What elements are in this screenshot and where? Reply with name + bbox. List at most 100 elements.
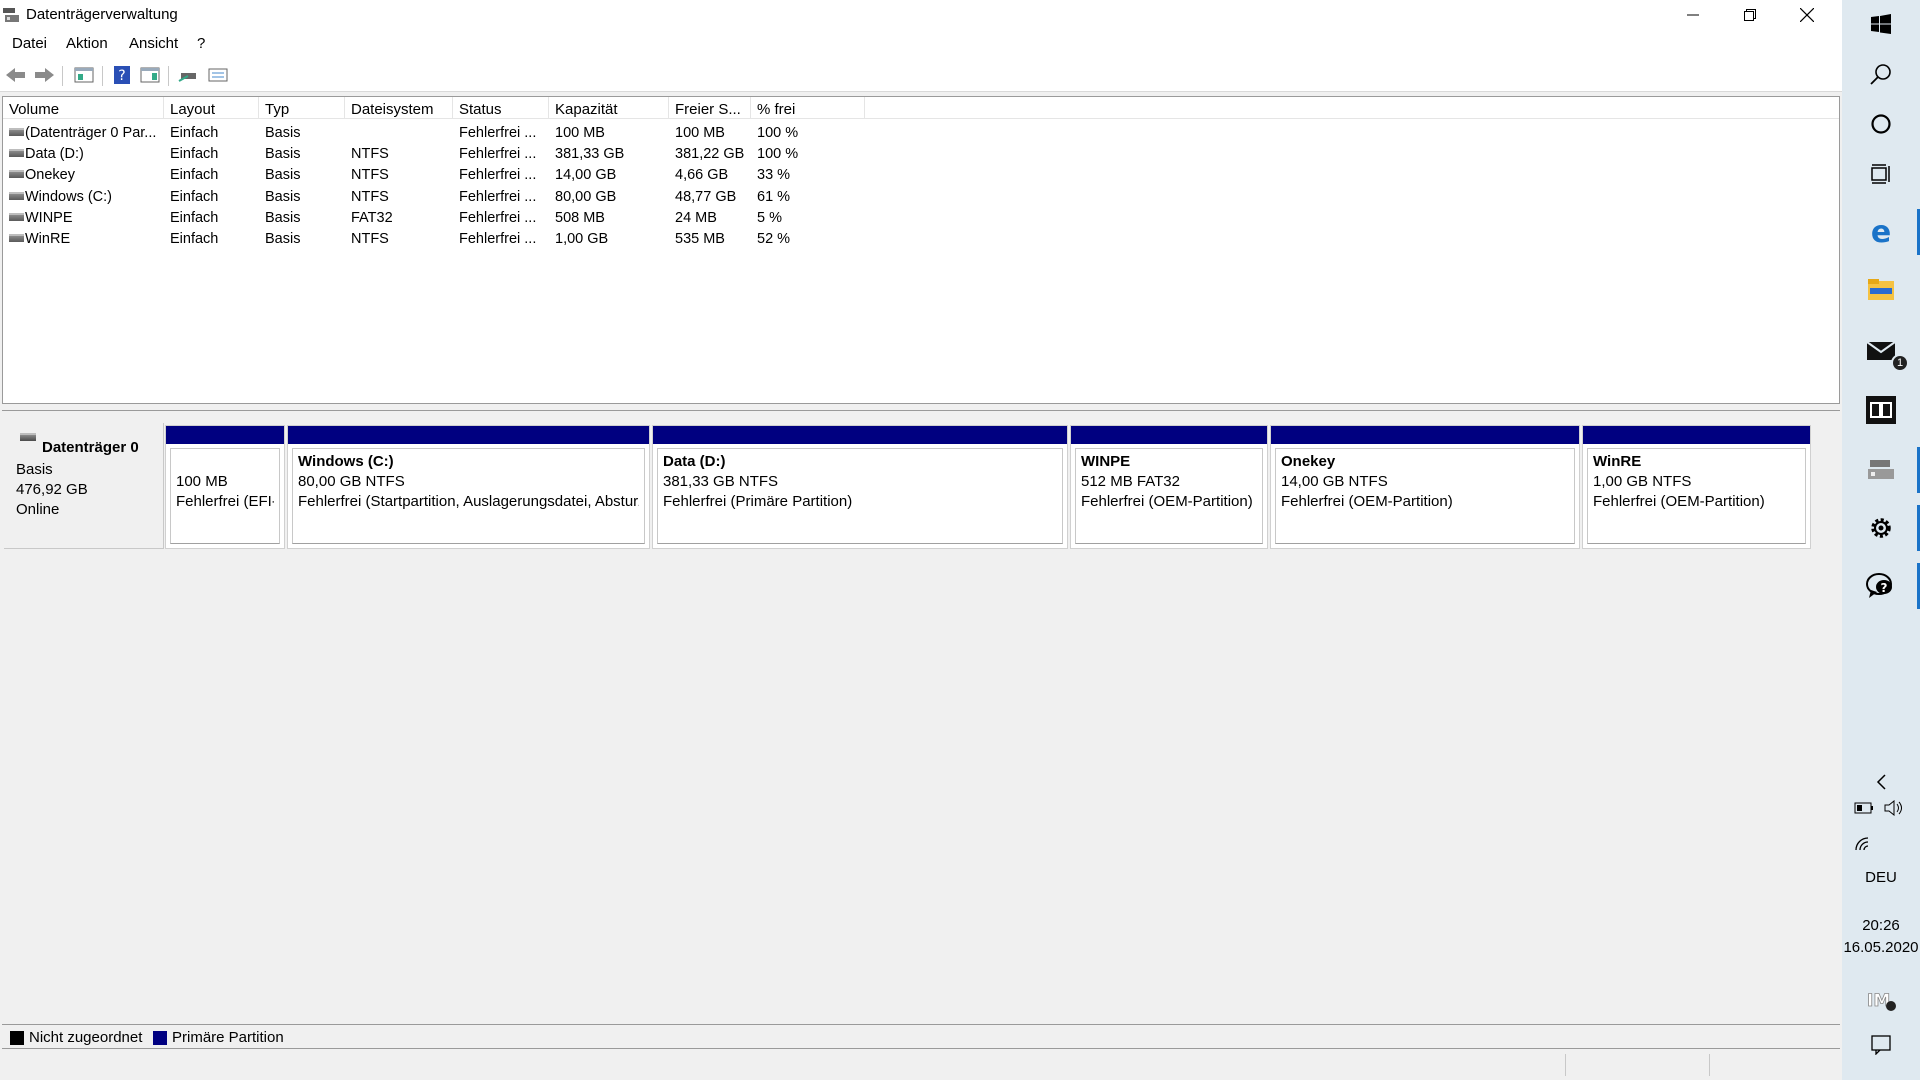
partition-details: WinRE 1,00 GB NTFS Fehlerfrei (OEM-Partiti… [1587,448,1806,544]
table-cell: 100 MB [555,125,605,141]
reader-button[interactable] [1861,390,1901,430]
input-language[interactable]: DEU [1842,869,1920,886]
clock-date[interactable]: 16.05.2020 [1842,939,1920,956]
feedback-hub-button[interactable]: ? [1861,566,1901,606]
table-cell: WINPE [25,209,73,226]
table-cell: Fehlerfrei ... [459,167,537,184]
ime-button[interactable]: IM [1861,980,1901,1020]
cortana-button[interactable] [1861,104,1901,144]
wifi-icon [1855,837,1869,851]
column-header-layout[interactable]: Layout [164,97,259,119]
connect-disk-button[interactable] [176,64,200,86]
table-cell: FAT32 [351,209,393,226]
partition-block[interactable]: WINPE 512 MB FAT32 Fehlerfrei (OEM-Partiti… [1070,425,1268,549]
search-button[interactable] [1861,54,1901,94]
table-row[interactable]: Onekey Einfach Basis NTFS Fehlerfrei ... 14,0… [3,165,1839,186]
partition-size: 381,33 GB NTFS [663,473,779,490]
table-cell: 80,00 GB [555,188,617,205]
table-row[interactable]: Windows (C:) Einfach Basis NTFS Fehlerfrei .… [3,187,1839,208]
table-cell: Einfach [170,125,219,141]
table-cell: Basis [265,167,301,184]
table-cell: 381,33 GB [555,146,625,163]
table-row[interactable]: (Datenträger 0 Par... Einfach Basis Fehlerf… [3,123,1839,144]
partition-block[interactable]: Data (D:) 381,33 GB NTFS Fehlerfrei (Primä… [652,425,1068,549]
action-center-button[interactable] [1861,1024,1901,1064]
table-cell: Einfach [170,146,219,163]
partition-block[interactable]: Onekey 14,00 GB NTFS Fehlerfrei (OEM-Parti… [1270,425,1580,549]
battery-icon [1854,802,1873,814]
console-tree-icon [74,67,94,83]
menu-ansicht[interactable]: Ansicht [129,35,178,52]
task-view-button[interactable] [1861,154,1901,194]
volume-button[interactable] [1880,794,1908,822]
table-cell: Windows (C:) [25,188,113,205]
partition-status: Fehlerfrei (Primäre Partition) [663,493,853,510]
table-cell: Basis [265,209,301,226]
menu-aktion[interactable]: Aktion [66,35,108,52]
table-cell: Fehlerfrei ... [459,209,537,226]
column-header-volume[interactable]: Volume [3,97,164,119]
ime-icon: IM [1867,991,1896,1011]
column-header-prozent-frei[interactable]: % frei [751,97,865,119]
table-cell: 4,66 GB [675,167,729,184]
battery-button[interactable] [1850,794,1878,822]
network-button[interactable] [1850,830,1878,858]
table-cell: Einfach [170,209,219,226]
partition-block[interactable]: WinRE 1,00 GB NTFS Fehlerfrei (OEM-Partiti… [1582,425,1811,549]
table-cell: Basis [265,125,301,141]
disk-management-taskbar-button[interactable] [1861,450,1901,490]
column-header-status[interactable]: Status [453,97,549,119]
settings-button[interactable] [1861,508,1901,548]
action-pane-button[interactable] [138,64,162,86]
forward-button[interactable] [32,64,56,86]
close-button[interactable] [1778,0,1836,30]
volume-list[interactable]: Volume Layout Typ Dateisystem Status Kap… [2,96,1840,404]
partition-type-bar [1271,426,1579,444]
settings-icon [1871,518,1891,538]
help-button[interactable]: ? [110,64,134,86]
volume-icon [9,234,24,242]
console-tree-button[interactable] [72,64,96,86]
svg-text:e: e [1871,218,1891,246]
partition-type-bar [288,426,649,444]
table-cell: 24 MB [675,209,717,226]
restore-button[interactable] [1721,0,1779,30]
edge-button[interactable]: e [1861,212,1901,252]
edge-icon: e [1871,218,1891,246]
column-header-typ[interactable]: Typ [259,97,345,119]
table-row[interactable]: WinRE Einfach Basis NTFS Fehlerfrei ... 1,00 … [3,229,1839,250]
table-cell: Basis [265,231,301,247]
properties-button[interactable] [206,64,230,86]
toolbar-separator [168,66,169,86]
table-row[interactable]: Data (D:) Einfach Basis NTFS Fehlerfrei ... 3… [3,144,1839,165]
minimize-button[interactable] [1664,0,1722,30]
chevron-left-icon [1876,774,1886,790]
table-cell: (Datenträger 0 Par... [25,125,157,141]
column-header-dateisystem[interactable]: Dateisystem [345,97,453,119]
table-cell: NTFS [351,231,389,247]
partition-details: Windows (C:) 80,00 GB NTFS Fehlerfrei (Sta… [292,448,645,544]
table-cell: WinRE [25,231,71,247]
menu-datei[interactable]: Datei [12,35,47,52]
start-button[interactable] [1861,4,1901,44]
partition-block[interactable]: Windows (C:) 80,00 GB NTFS Fehlerfrei (Sta… [287,425,650,549]
feedback-hub-icon: ? [1866,573,1892,598]
partition-block[interactable]: 100 MB Fehlerfrei (EFI-Systempartition) [165,425,285,549]
column-header-freier-speicher[interactable]: Freier S... [669,97,751,119]
partition-name: Data (D:) [663,453,726,470]
title-bar[interactable]: Datenträgerverwaltung [0,0,1842,30]
disk-0-info[interactable]: Datenträger 0 Basis 476,92 GB Online [4,423,164,549]
table-cell: 14,00 GB [555,167,617,184]
file-explorer-button[interactable] [1861,270,1901,310]
table-row[interactable]: WINPE Einfach Basis FAT32 Fehlerfrei ... 508 … [3,208,1839,229]
legend-bar: Nicht zugeordnet Primäre Partition [2,1024,1840,1049]
partition-name: WinRE [1593,453,1642,470]
column-header-kapazitaet[interactable]: Kapazität [549,97,669,119]
legend-unallocated: Nicht zugeordnet [29,1029,143,1046]
toolbar-separator [62,66,63,86]
back-button[interactable] [4,64,28,86]
menu-help[interactable]: ? [197,35,205,52]
help-icon: ? [114,66,130,84]
clock-time[interactable]: 20:26 [1842,917,1920,934]
partition-details: Onekey 14,00 GB NTFS Fehlerfrei (OEM-Parti… [1275,448,1575,544]
